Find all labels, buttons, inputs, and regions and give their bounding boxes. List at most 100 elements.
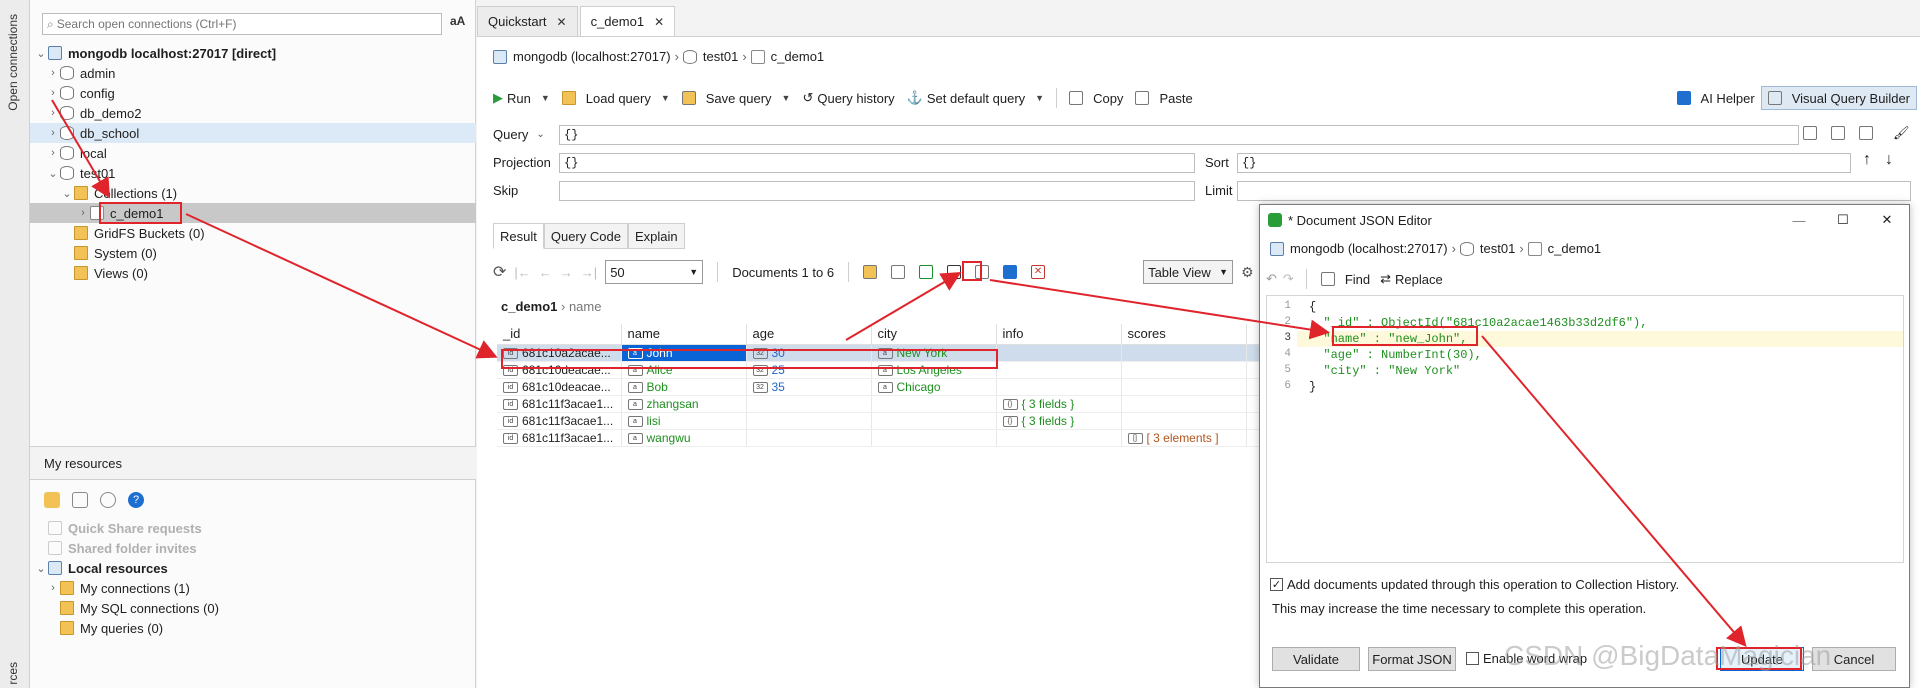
limit-field[interactable]: [1237, 181, 1911, 201]
column-header-age[interactable]: age: [746, 324, 872, 345]
tree-collections[interactable]: ⌄ Collections (1): [30, 183, 476, 203]
cell-name[interactable]: a wangwu: [621, 429, 747, 447]
cell-info[interactable]: [996, 361, 1122, 379]
tree-db-admin[interactable]: › admin: [30, 63, 476, 83]
undo-icon[interactable]: ↶: [1266, 271, 1277, 287]
cell-city[interactable]: a Los Angeles: [871, 361, 997, 379]
column-header-info[interactable]: info: [996, 324, 1122, 345]
cell-info[interactable]: [996, 429, 1122, 447]
grid-crumb-collection[interactable]: c_demo1: [501, 299, 557, 314]
settings-icon[interactable]: [72, 492, 88, 508]
cell-id[interactable]: id 681c11f3acae1...: [497, 429, 622, 447]
cell-info[interactable]: [996, 378, 1122, 396]
view-mode-select[interactable]: Table View ▼: [1143, 260, 1234, 284]
cell-age[interactable]: [746, 395, 872, 413]
tab-explain[interactable]: Explain: [627, 223, 685, 249]
cell-id[interactable]: id 681c11f3acae1...: [497, 395, 622, 413]
help-icon[interactable]: ?: [128, 492, 144, 508]
chevron-down-icon[interactable]: ⌄: [34, 47, 48, 60]
cell-city[interactable]: a Chicago: [871, 378, 997, 396]
open-connections-tab[interactable]: Open connections: [6, 14, 20, 111]
tree-gridfs[interactable]: GridFS Buckets (0): [30, 223, 476, 243]
grid-crumb-field[interactable]: name: [569, 299, 602, 314]
cell-id[interactable]: id 681c10a2acae...: [497, 344, 622, 362]
cell-scores[interactable]: [1121, 378, 1247, 396]
json-editor[interactable]: 1 2 3 4 5 6 { "_id" : ObjectId("681c10a2…: [1266, 295, 1904, 563]
copy-button[interactable]: Copy: [1063, 85, 1129, 111]
save-query-button[interactable]: Save query ▼: [676, 85, 797, 111]
refresh-icon[interactable]: [100, 492, 116, 508]
cell-info[interactable]: [996, 344, 1122, 362]
tree-db-school[interactable]: › db_school: [30, 123, 476, 143]
chevron-down-icon[interactable]: ⌄: [34, 562, 48, 575]
run-button[interactable]: ▶ Run ▼: [487, 85, 556, 111]
replace-button[interactable]: ⇄ Replace: [1378, 266, 1445, 292]
column-header-name[interactable]: name: [621, 324, 747, 345]
cell-scores[interactable]: [1121, 344, 1247, 362]
maximize-icon[interactable]: ☐: [1821, 212, 1865, 228]
query-editor-icon[interactable]: [1803, 126, 1817, 140]
chevron-down-icon[interactable]: ⌄: [46, 167, 60, 180]
close-icon[interactable]: ✕: [654, 15, 664, 29]
cell-id[interactable]: id 681c10deacae...: [497, 361, 622, 379]
cell-info[interactable]: {}{ 3 fields }: [996, 412, 1122, 430]
resources-tab[interactable]: rces: [6, 662, 20, 685]
query-history-button[interactable]: ↺ Query history: [796, 85, 900, 111]
query-field[interactable]: {}: [559, 125, 1799, 145]
find-button[interactable]: Find: [1319, 266, 1372, 292]
chevron-down-icon[interactable]: ⌄: [60, 187, 74, 200]
clone-document-icon[interactable]: [975, 265, 990, 279]
tree-db-demo2[interactable]: › db_demo2: [30, 103, 476, 123]
tree-db-local[interactable]: › local: [30, 143, 476, 163]
refresh-icon[interactable]: ⟳: [493, 262, 506, 282]
case-sensitive-toggle[interactable]: aA: [450, 14, 465, 28]
breadcrumb-collection[interactable]: c_demo1: [771, 49, 824, 64]
paste-button[interactable]: Paste: [1129, 85, 1198, 111]
close-icon[interactable]: ✕: [557, 15, 567, 29]
search-input[interactable]: [56, 17, 441, 31]
lock-icon[interactable]: [863, 265, 878, 279]
cell-city[interactable]: a New York: [871, 344, 997, 362]
my-sql-connections[interactable]: My SQL connections (0): [30, 598, 476, 618]
tree-connection[interactable]: ⌄ mongodb localhost:27017 [direct]: [30, 43, 476, 63]
query-settings-icon[interactable]: [1859, 126, 1873, 140]
brush-icon[interactable]: 🖌: [1893, 125, 1910, 141]
validate-icon[interactable]: [1003, 265, 1018, 279]
cell-scores[interactable]: [][ 3 elements ]: [1121, 429, 1247, 447]
cell-scores[interactable]: [1121, 361, 1247, 379]
table-row[interactable]: id 681c11f3acae1... a zhangsan {}{ 3 field…: [497, 395, 1275, 413]
validate-button[interactable]: Validate: [1272, 647, 1360, 671]
close-icon[interactable]: ✕: [1865, 212, 1909, 228]
breadcrumb-database[interactable]: test01: [703, 49, 738, 64]
chevron-right-icon[interactable]: ›: [46, 67, 60, 79]
tree-db-config[interactable]: › config: [30, 83, 476, 103]
cell-age[interactable]: [746, 412, 872, 430]
chevron-right-icon[interactable]: ›: [46, 147, 60, 159]
tree-views[interactable]: Views (0): [30, 263, 476, 283]
column-header-city[interactable]: city: [871, 324, 997, 345]
table-row[interactable]: id 681c10deacae... a Bob 32 35 a Chicago: [497, 378, 1275, 396]
sort-descending-icon[interactable]: ↓: [1885, 151, 1893, 169]
edit-document-icon[interactable]: [947, 265, 962, 279]
local-resources[interactable]: ⌄ Local resources: [30, 558, 476, 578]
chevron-down-icon[interactable]: ⌄: [536, 129, 544, 140]
chevron-right-icon[interactable]: ›: [46, 87, 60, 99]
dropdown-arrow-icon[interactable]: ▼: [1035, 93, 1044, 103]
cell-id[interactable]: id 681c10deacae...: [497, 378, 622, 396]
sort-ascending-icon[interactable]: ↑: [1863, 151, 1871, 169]
tab-quickstart[interactable]: Quickstart ✕: [477, 6, 578, 36]
cell-name[interactable]: a Alice: [621, 361, 747, 379]
cell-name[interactable]: a John: [621, 344, 747, 362]
tab-c-demo1[interactable]: c_demo1 ✕: [579, 6, 676, 36]
cell-age[interactable]: 32 35: [746, 378, 872, 396]
table-row[interactable]: id 681c11f3acae1... a wangwu [][ 3 element…: [497, 429, 1275, 447]
chevron-right-icon[interactable]: ›: [46, 107, 60, 119]
chevron-right-icon[interactable]: ›: [46, 127, 60, 139]
dropdown-arrow-icon[interactable]: ▼: [661, 93, 670, 103]
load-query-button[interactable]: Load query ▼: [556, 85, 676, 111]
table-row[interactable]: id 681c10deacae... a Alice 32 25 a Los Angel…: [497, 361, 1275, 379]
table-row[interactable]: id 681c10a2acae... a John 32 30 a New York: [497, 344, 1275, 362]
checkbox-unchecked[interactable]: [1466, 652, 1479, 665]
minimize-icon[interactable]: —: [1777, 213, 1821, 228]
add-document-icon[interactable]: [919, 265, 934, 279]
